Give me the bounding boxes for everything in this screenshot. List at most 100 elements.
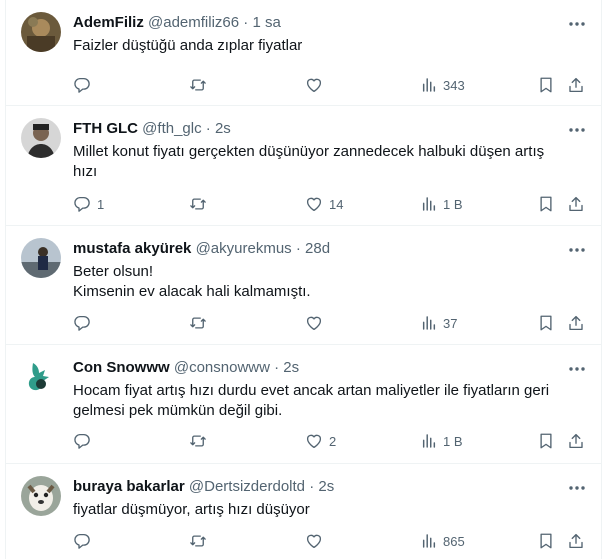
views-button[interactable]: 343 — [421, 70, 465, 100]
views-button[interactable]: 1 B — [421, 189, 463, 219]
share-button[interactable] — [567, 526, 585, 556]
view-count: 1 B — [443, 196, 463, 212]
tweet-header: mustafa akyürek @akyurekmus · 28d — [73, 240, 586, 260]
avatar[interactable] — [21, 118, 61, 158]
tweet-header: AdemFiliz @ademfiliz66 · 1 sa — [73, 14, 586, 34]
like-button[interactable] — [305, 70, 329, 100]
retweet-button[interactable] — [189, 189, 213, 219]
bar-chart-icon — [421, 533, 437, 549]
bookmark-button[interactable] — [537, 70, 555, 100]
timestamp[interactable]: 2s — [318, 478, 334, 495]
timestamp[interactable]: 2s — [283, 359, 299, 376]
reply-button[interactable] — [73, 426, 97, 456]
tweet-text-line: Faizler düştüğü anda zıplar fiyatlar — [73, 37, 303, 54]
heart-icon — [305, 195, 323, 213]
avatar[interactable] — [21, 357, 61, 397]
share-button[interactable] — [567, 308, 585, 338]
tweet-header: FTH GLC @fth_glc · 2s — [73, 120, 586, 140]
display-name[interactable]: FTH GLC — [73, 120, 138, 137]
heart-icon — [305, 314, 323, 332]
user-handle[interactable]: @consnowww — [174, 359, 270, 376]
user-handle[interactable]: @fth_glc — [142, 120, 201, 137]
reply-button[interactable]: 1 — [73, 189, 104, 219]
view-count: 1 B — [443, 433, 463, 449]
user-handle[interactable]: @akyurekmus — [196, 240, 292, 257]
retweet-button[interactable] — [189, 426, 213, 456]
retweet-icon — [189, 76, 207, 94]
tweet-text: fiyatlar düşmüyor, artış hızı düşüyor — [73, 500, 582, 520]
avatar[interactable] — [21, 238, 61, 278]
views-button[interactable]: 37 — [421, 308, 457, 338]
view-count: 37 — [443, 315, 458, 331]
tweet-text-line: hızı — [73, 163, 98, 180]
like-button[interactable] — [305, 308, 329, 338]
separator-dot: · — [243, 14, 249, 31]
views-button[interactable]: 1 B — [421, 426, 463, 456]
retweet-button[interactable] — [189, 70, 213, 100]
reply-icon — [73, 432, 91, 450]
view-count: 343 — [443, 77, 465, 93]
more-options-icon[interactable] — [566, 359, 588, 379]
share-button[interactable] — [567, 70, 585, 100]
timestamp[interactable]: 2s — [215, 120, 231, 137]
timestamp[interactable]: 28d — [305, 240, 330, 257]
view-count: 865 — [443, 533, 465, 549]
bookmark-icon — [537, 314, 555, 332]
tweet-text: Faizler düştüğü anda zıplar fiyatlar — [73, 36, 582, 56]
share-icon — [567, 314, 585, 332]
like-button[interactable] — [305, 526, 329, 556]
more-options-icon[interactable] — [566, 240, 588, 260]
tweet-text-line: Millet konut fiyatı gerçekten düşünüyor … — [73, 143, 545, 160]
share-icon — [567, 432, 585, 450]
tweet-text-line: Kimsenin ev alacak hali kalmamıştı. — [73, 283, 311, 300]
share-button[interactable] — [567, 426, 585, 456]
display-name[interactable]: buraya bakarlar — [73, 478, 185, 495]
bookmark-icon — [537, 532, 555, 550]
display-name[interactable]: Con Snowww — [73, 359, 170, 376]
bar-chart-icon — [421, 196, 437, 212]
like-count: 14 — [329, 196, 344, 212]
reply-button[interactable] — [73, 70, 97, 100]
user-handle[interactable]: @Dertsizderdoltd — [189, 478, 305, 495]
bookmark-icon — [537, 195, 555, 213]
tweet[interactable]: FTH GLC @fth_glc · 2s Millet konut fiyat… — [5, 106, 602, 226]
tweet[interactable]: Con Snowww @consnowww · 2s Hocam fiyat a… — [5, 345, 602, 464]
views-button[interactable]: 865 — [421, 526, 465, 556]
avatar[interactable] — [21, 12, 61, 52]
reply-icon — [73, 532, 91, 550]
retweet-button[interactable] — [189, 308, 213, 338]
bookmark-button[interactable] — [537, 189, 555, 219]
like-count: 2 — [329, 433, 337, 449]
more-options-icon[interactable] — [566, 120, 588, 140]
tweet-text-line: gelmesi pek mümkün değil gibi. — [73, 402, 283, 419]
like-button[interactable]: 14 — [305, 189, 343, 219]
retweet-icon — [189, 532, 207, 550]
user-handle[interactable]: @ademfiliz66 — [148, 14, 239, 31]
like-button[interactable]: 2 — [305, 426, 336, 456]
bookmark-button[interactable] — [537, 426, 555, 456]
bookmark-button[interactable] — [537, 526, 555, 556]
tweet[interactable]: mustafa akyürek @akyurekmus · 28d Beter … — [5, 226, 602, 345]
avatar[interactable] — [21, 476, 61, 516]
separator-dot: · — [309, 478, 315, 495]
reply-button[interactable] — [73, 526, 97, 556]
share-button[interactable] — [567, 189, 585, 219]
display-name[interactable]: mustafa akyürek — [73, 240, 191, 257]
bookmark-icon — [537, 432, 555, 450]
retweet-button[interactable] — [189, 526, 213, 556]
heart-icon — [305, 432, 323, 450]
more-options-icon[interactable] — [566, 478, 588, 498]
retweet-icon — [189, 314, 207, 332]
display-name[interactable]: AdemFiliz — [73, 14, 144, 31]
tweet-actions: 865 — [67, 526, 592, 556]
reply-button[interactable] — [73, 308, 97, 338]
tweet[interactable]: AdemFiliz @ademfiliz66 · 1 sa Faizler dü… — [5, 0, 602, 106]
timestamp[interactable]: 1 sa — [252, 14, 280, 31]
tweet-text: Millet konut fiyatı gerçekten düşünüyor … — [73, 142, 582, 182]
more-options-icon[interactable] — [566, 14, 588, 34]
bookmark-button[interactable] — [537, 308, 555, 338]
bookmark-icon — [537, 76, 555, 94]
tweet-actions: 1 14 1 B — [67, 189, 592, 219]
tweet-header: buraya bakarlar @Dertsizderdoltd · 2s — [73, 478, 586, 498]
tweet[interactable]: buraya bakarlar @Dertsizderdoltd · 2s fi… — [5, 464, 602, 559]
